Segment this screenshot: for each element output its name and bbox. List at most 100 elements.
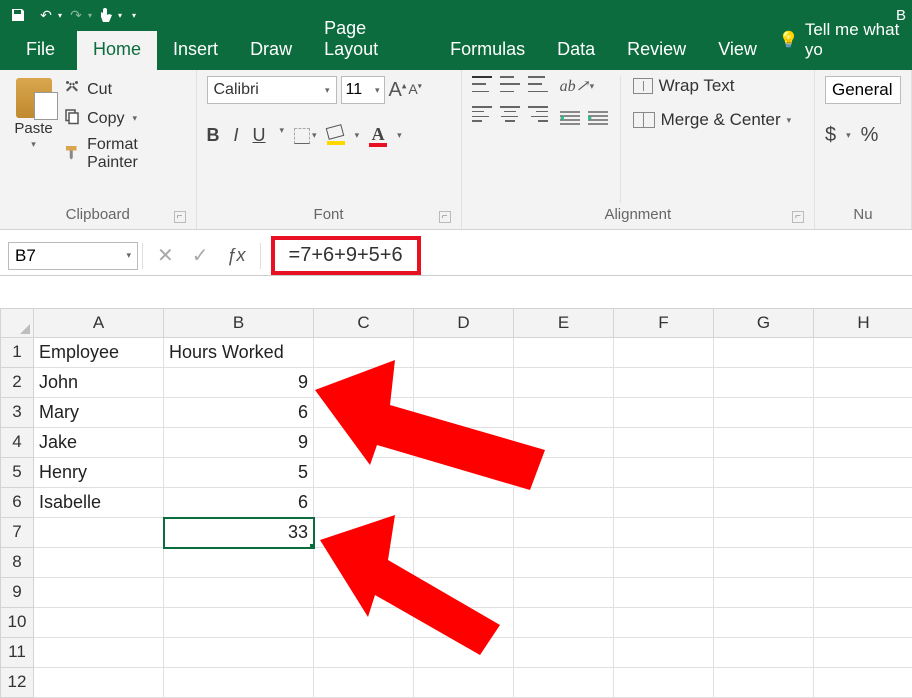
cell-G4[interactable] (714, 428, 814, 458)
cell-C4[interactable] (314, 428, 414, 458)
fill-color-button[interactable] (327, 126, 345, 145)
borders-button[interactable]: ▾ (294, 128, 317, 144)
cell-A5[interactable]: Henry (34, 458, 164, 488)
cell-A3[interactable]: Mary (34, 398, 164, 428)
cut-button[interactable]: Cut (63, 78, 185, 101)
cell-D10[interactable] (414, 608, 514, 638)
cell-G2[interactable] (714, 368, 814, 398)
cell-H11[interactable] (814, 638, 912, 668)
cell-F4[interactable] (614, 428, 714, 458)
cell-E5[interactable] (514, 458, 614, 488)
cell-B11[interactable] (164, 638, 314, 668)
row-header-7[interactable]: 7 (0, 518, 34, 548)
cell-G6[interactable] (714, 488, 814, 518)
cell-H12[interactable] (814, 668, 912, 698)
col-header-E[interactable]: E (514, 308, 614, 338)
col-header-G[interactable]: G (714, 308, 814, 338)
cell-A12[interactable] (34, 668, 164, 698)
align-top-icon[interactable] (472, 76, 492, 92)
cell-B12[interactable] (164, 668, 314, 698)
cell-C5[interactable] (314, 458, 414, 488)
cell-D11[interactable] (414, 638, 514, 668)
tab-page-layout[interactable]: Page Layout (308, 10, 434, 70)
formula-input[interactable]: =7+6+9+5+6 (289, 244, 403, 266)
touch-mode-icon[interactable] (92, 3, 120, 27)
cell-D8[interactable] (414, 548, 514, 578)
format-painter-button[interactable]: Format Painter (63, 136, 185, 172)
align-center-icon[interactable] (500, 106, 520, 122)
cell-F8[interactable] (614, 548, 714, 578)
cell-H9[interactable] (814, 578, 912, 608)
decrease-font-icon[interactable]: A▾ (408, 81, 421, 104)
cell-H8[interactable] (814, 548, 912, 578)
increase-indent-icon[interactable] (588, 110, 608, 126)
tab-file[interactable]: File (10, 31, 77, 70)
cell-F12[interactable] (614, 668, 714, 698)
cell-G3[interactable] (714, 398, 814, 428)
cell-H1[interactable] (814, 338, 912, 368)
cell-H5[interactable] (814, 458, 912, 488)
cell-F3[interactable] (614, 398, 714, 428)
cell-C7[interactable] (314, 518, 414, 548)
align-middle-icon[interactable] (500, 76, 520, 92)
cell-C8[interactable] (314, 548, 414, 578)
cell-F5[interactable] (614, 458, 714, 488)
cell-D2[interactable] (414, 368, 514, 398)
tab-formulas[interactable]: Formulas (434, 31, 541, 70)
cell-F2[interactable] (614, 368, 714, 398)
cell-A8[interactable] (34, 548, 164, 578)
orientation-icon[interactable]: ab↗ (560, 76, 582, 96)
cell-H3[interactable] (814, 398, 912, 428)
cell-B7[interactable]: 33 (164, 518, 314, 548)
cell-E8[interactable] (514, 548, 614, 578)
cell-E11[interactable] (514, 638, 614, 668)
cell-G8[interactable] (714, 548, 814, 578)
bold-button[interactable]: B (207, 125, 220, 146)
cell-G11[interactable] (714, 638, 814, 668)
paste-drop-icon[interactable]: ▾ (31, 139, 36, 150)
cell-H2[interactable] (814, 368, 912, 398)
cell-H4[interactable] (814, 428, 912, 458)
font-name-drop-icon[interactable]: ▾ (325, 85, 330, 96)
percent-format-button[interactable]: % (861, 124, 879, 147)
decrease-indent-icon[interactable] (560, 110, 580, 126)
tab-data[interactable]: Data (541, 31, 611, 70)
font-color-button[interactable]: A (369, 124, 387, 147)
accounting-format-button[interactable]: $ (825, 124, 836, 147)
save-icon[interactable] (4, 3, 32, 27)
cell-D4[interactable] (414, 428, 514, 458)
cell-F10[interactable] (614, 608, 714, 638)
cell-C3[interactable] (314, 398, 414, 428)
touch-drop-icon[interactable]: ▾ (118, 11, 122, 20)
cell-A4[interactable]: Jake (34, 428, 164, 458)
cell-B4[interactable]: 9 (164, 428, 314, 458)
cell-B2[interactable]: 9 (164, 368, 314, 398)
tell-me-search[interactable]: 💡 Tell me what yo (779, 20, 912, 70)
col-header-F[interactable]: F (614, 308, 714, 338)
col-header-D[interactable]: D (414, 308, 514, 338)
cell-B5[interactable]: 5 (164, 458, 314, 488)
cell-A10[interactable] (34, 608, 164, 638)
row-header-10[interactable]: 10 (0, 608, 34, 638)
font-name-select[interactable]: Calibri ▾ (207, 76, 337, 104)
cell-B1[interactable]: Hours Worked (164, 338, 314, 368)
cell-F6[interactable] (614, 488, 714, 518)
redo-drop-icon[interactable]: ▾ (88, 11, 92, 20)
align-left-icon[interactable] (472, 106, 492, 122)
cell-E10[interactable] (514, 608, 614, 638)
cell-G12[interactable] (714, 668, 814, 698)
row-header-11[interactable]: 11 (0, 638, 34, 668)
cell-E6[interactable] (514, 488, 614, 518)
cell-D7[interactable] (414, 518, 514, 548)
paste-button[interactable]: Paste ▾ (10, 76, 57, 203)
align-right-icon[interactable] (528, 106, 548, 122)
cell-A7[interactable] (34, 518, 164, 548)
name-box-drop-icon[interactable]: ▾ (126, 250, 131, 261)
fx-icon[interactable]: ƒx (227, 245, 246, 266)
redo-icon[interactable]: ↷ (62, 3, 90, 27)
cell-H10[interactable] (814, 608, 912, 638)
cell-D6[interactable] (414, 488, 514, 518)
row-header-8[interactable]: 8 (0, 548, 34, 578)
select-all-triangle[interactable] (0, 308, 34, 338)
col-header-H[interactable]: H (814, 308, 912, 338)
